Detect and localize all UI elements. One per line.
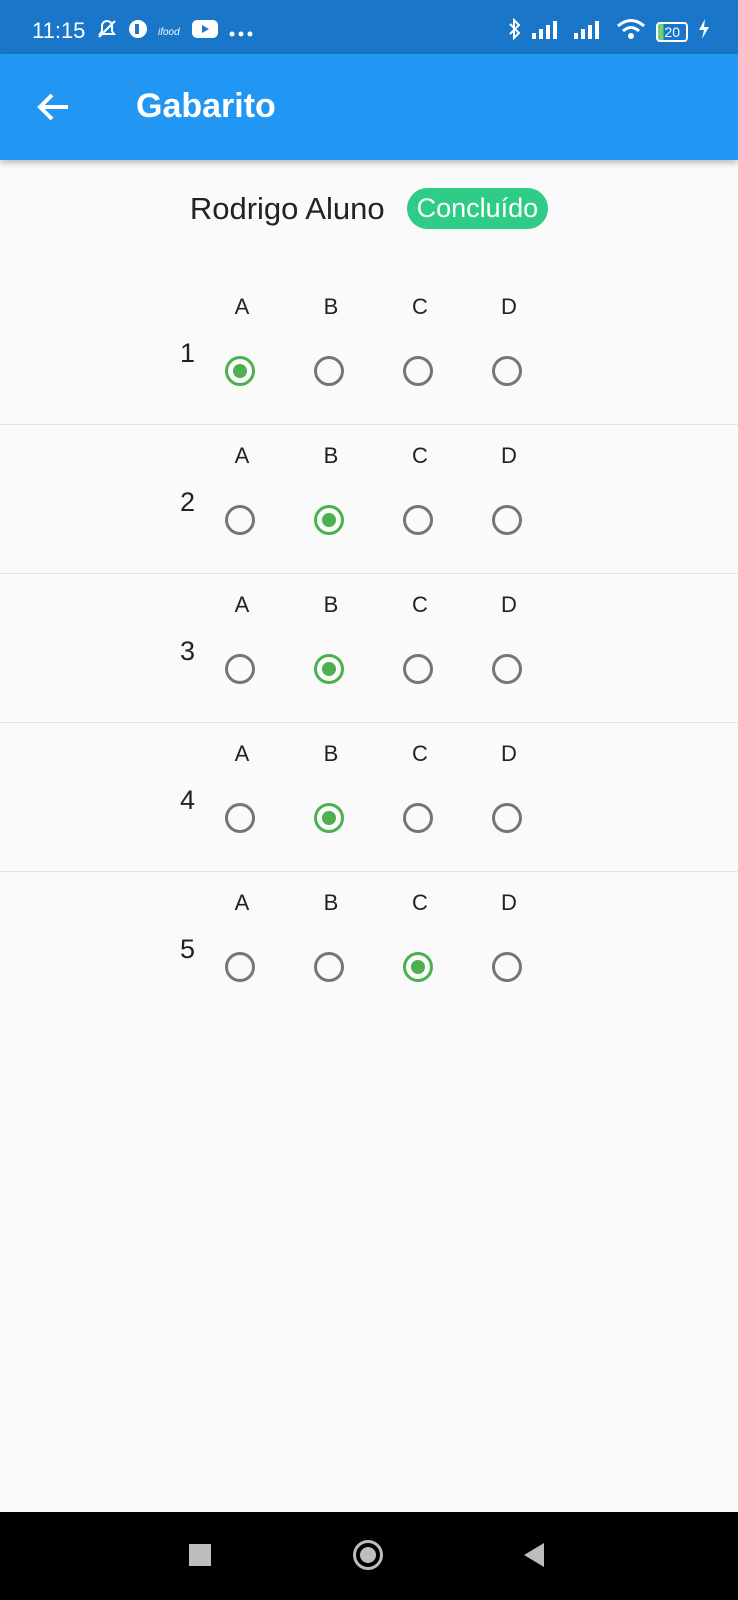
question-number: 3	[180, 636, 196, 666]
radio-button[interactable]	[225, 952, 255, 982]
radio-button[interactable]	[403, 356, 433, 386]
radio-button-selected[interactable]	[314, 654, 344, 684]
option-letter: B	[323, 890, 339, 915]
radio-button[interactable]	[403, 505, 433, 535]
question-number: 1	[180, 338, 196, 368]
wifi-icon	[616, 18, 646, 45]
charging-icon	[698, 19, 710, 44]
radio-button[interactable]	[314, 952, 344, 982]
radio-button[interactable]	[492, 803, 522, 833]
option-letter: D	[501, 592, 517, 617]
option-letter: D	[501, 890, 517, 915]
back-triangle-icon[interactable]	[524, 1543, 544, 1567]
signal-icon	[574, 19, 606, 44]
app-bar: Gabarito	[0, 54, 738, 160]
radio-button[interactable]	[225, 654, 255, 684]
silent-icon	[96, 18, 118, 45]
radio-button[interactable]	[225, 803, 255, 833]
option-letter: C	[412, 890, 428, 915]
more-dots-icon	[228, 21, 254, 43]
option-letter: A	[234, 890, 250, 915]
question-number: 4	[180, 785, 196, 815]
battery-indicator: 20	[656, 21, 688, 42]
option-letter: A	[234, 741, 250, 766]
status-bar: 11:15 ifood 20	[0, 0, 738, 54]
status-left-icons: ifood	[96, 18, 254, 45]
svg-text:ifood: ifood	[158, 27, 180, 38]
bluetooth-icon	[508, 17, 522, 45]
status-right-icons: 20	[508, 17, 710, 45]
radio-button-selected[interactable]	[225, 356, 255, 386]
question-row: 5 A B C D	[0, 872, 738, 1020]
option-letter: B	[323, 443, 339, 468]
option-letter: D	[501, 443, 517, 468]
back-arrow-icon[interactable]	[34, 87, 74, 127]
option-letter: C	[412, 592, 428, 617]
radio-button[interactable]	[492, 356, 522, 386]
radio-button[interactable]	[403, 803, 433, 833]
radio-button[interactable]	[314, 356, 344, 386]
status-time: 11:15	[32, 18, 86, 43]
question-row: 1 A B C D	[0, 276, 738, 425]
system-nav-bar	[0, 1512, 738, 1600]
radio-button[interactable]	[225, 505, 255, 535]
question-number: 2	[180, 487, 196, 517]
option-letter: A	[234, 443, 250, 468]
recents-square-icon[interactable]	[189, 1544, 211, 1566]
option-letter: B	[323, 741, 339, 766]
app-icon	[128, 19, 148, 44]
radio-button[interactable]	[492, 952, 522, 982]
radio-button-selected[interactable]	[314, 505, 344, 535]
page-title: Gabarito	[136, 87, 276, 125]
radio-button-selected[interactable]	[403, 952, 433, 982]
radio-button[interactable]	[492, 654, 522, 684]
option-letter: B	[323, 592, 339, 617]
answer-sheet: 1 A B C D 2 A B C D 3 A B C D 4 A B C D 5 A B C D	[0, 276, 738, 1020]
radio-button-selected[interactable]	[314, 803, 344, 833]
question-row: 2 A B C D	[0, 425, 738, 574]
question-row: 4 A B C D	[0, 723, 738, 872]
youtube-icon	[192, 20, 218, 43]
option-letter: C	[412, 443, 428, 468]
question-row: 3 A B C D	[0, 574, 738, 723]
question-number: 5	[180, 934, 196, 964]
option-letter: A	[234, 294, 250, 319]
option-letter: D	[501, 741, 517, 766]
option-letter: A	[234, 592, 250, 617]
student-name: Rodrigo Aluno	[189, 190, 385, 226]
option-letter: B	[323, 294, 339, 319]
radio-button[interactable]	[403, 654, 433, 684]
student-header: Rodrigo Aluno Concluído	[0, 188, 738, 229]
ifood-icon: ifood	[158, 21, 182, 43]
status-badge: Concluído	[406, 188, 549, 229]
signal-icon	[532, 19, 564, 44]
option-letter: D	[501, 294, 517, 319]
radio-button[interactable]	[492, 505, 522, 535]
option-letter: C	[412, 741, 428, 766]
home-circle-icon[interactable]	[353, 1540, 383, 1570]
option-letter: C	[412, 294, 428, 319]
